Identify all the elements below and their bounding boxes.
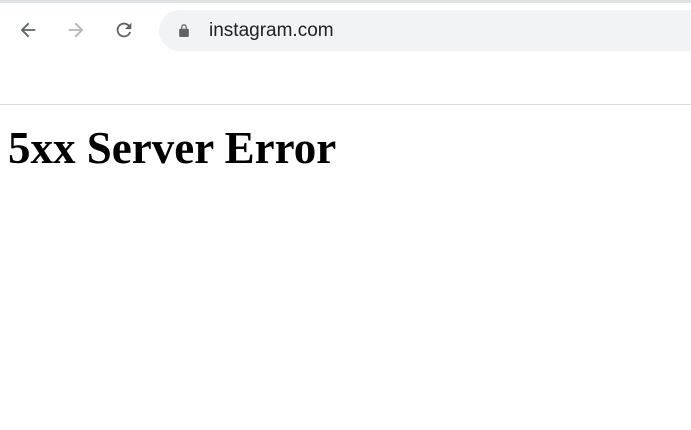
- url-text[interactable]: instagram.com: [209, 20, 334, 42]
- back-button[interactable]: [11, 13, 45, 47]
- page-viewport: 5xx Server Error: [0, 105, 691, 430]
- browser-toolbar: instagram.com: [0, 3, 691, 59]
- arrow-left-icon: [20, 22, 36, 38]
- lock-icon[interactable]: [178, 23, 190, 38]
- forward-button[interactable]: [59, 13, 93, 47]
- arrow-right-icon: [68, 22, 84, 38]
- reload-button[interactable]: [107, 13, 141, 47]
- address-bar[interactable]: instagram.com: [159, 10, 691, 51]
- error-heading: 5xx Server Error: [8, 123, 337, 173]
- browser-window: instagram.com 5xx Server Error: [0, 0, 691, 430]
- reload-icon: [116, 22, 132, 38]
